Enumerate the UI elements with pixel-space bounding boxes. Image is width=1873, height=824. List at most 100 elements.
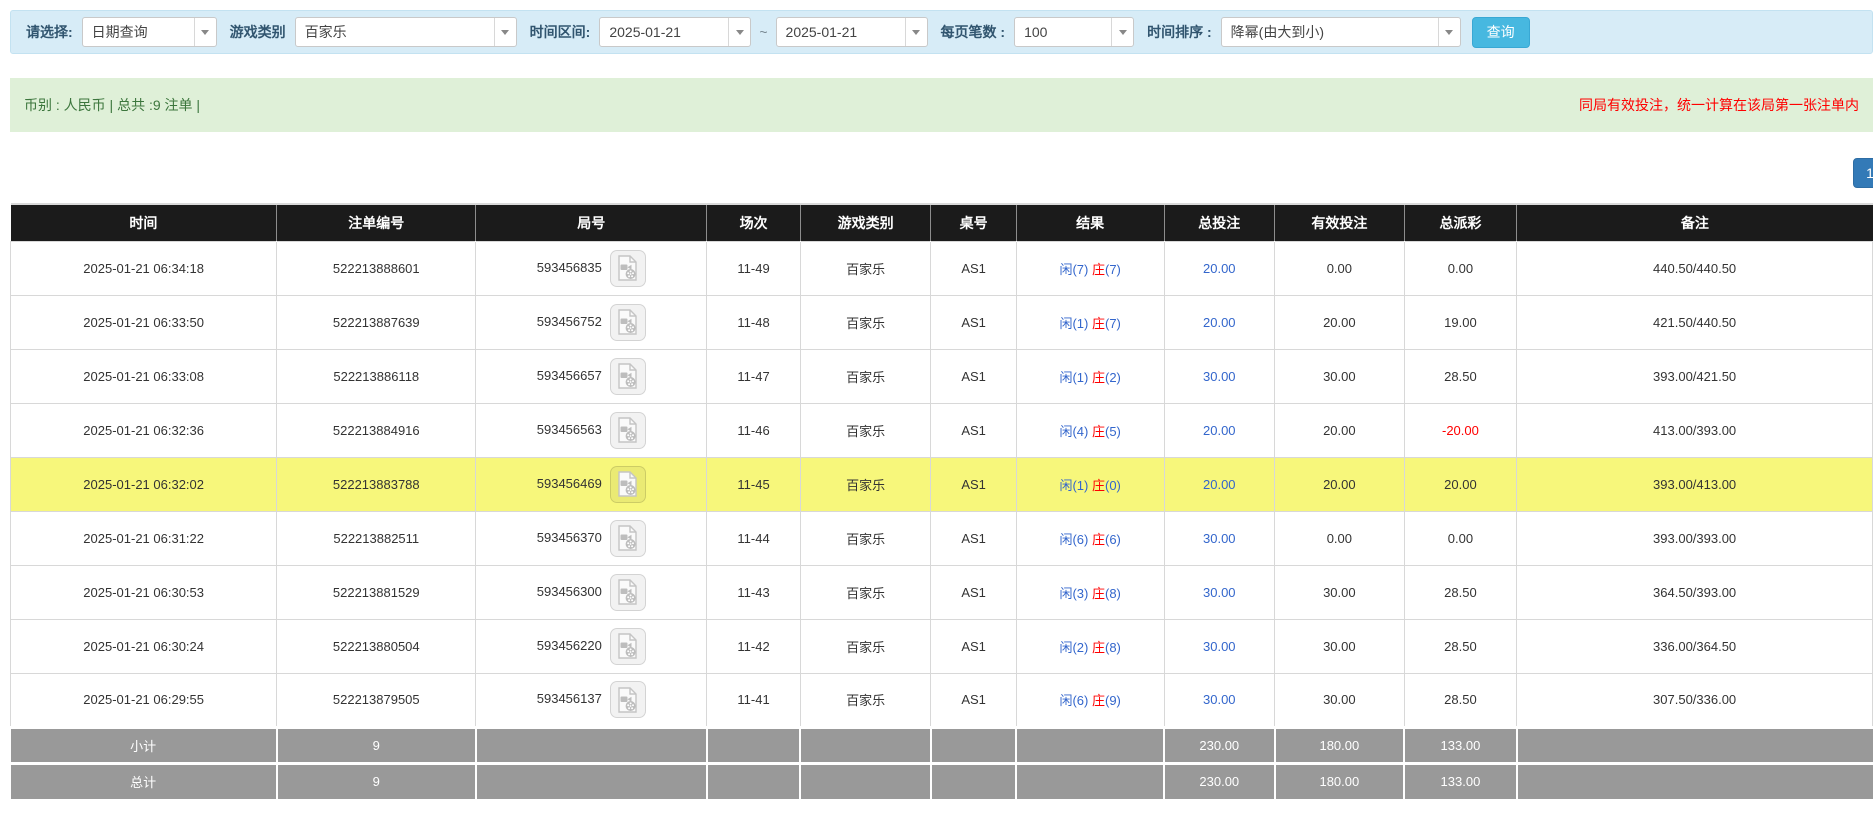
video-file-icon: [617, 687, 638, 713]
session-cell: 11-45: [707, 457, 800, 511]
header-session: 场次: [707, 204, 800, 241]
table-cell: AS1: [931, 295, 1016, 349]
video-replay-button[interactable]: [610, 250, 646, 287]
video-replay-button[interactable]: [610, 466, 646, 503]
filter-toolbar: 请选择: 日期查询 游戏类别 百家乐 时间区间: 2025-01-21 ~ 20…: [10, 10, 1873, 54]
bet-id-cell: 522213880504: [277, 619, 476, 673]
date-from-select[interactable]: 2025-01-21: [599, 17, 751, 47]
video-replay-button[interactable]: [610, 358, 646, 395]
payout-cell: 19.00: [1404, 295, 1517, 349]
table-row: 2025-01-21 06:31:22522213882511593456370…: [11, 511, 1873, 565]
header-time: 时间: [11, 204, 277, 241]
chevron-down-icon[interactable]: [494, 18, 516, 46]
table-cell: AS1: [931, 673, 1016, 727]
chevron-down-icon[interactable]: [194, 18, 216, 46]
note-cell: 364.50/393.00: [1517, 565, 1873, 619]
valid-bet-cell: 0.00: [1275, 241, 1405, 295]
total-bet-cell: 30.00: [1164, 349, 1275, 403]
total-bet-cell: 30.00: [1164, 511, 1275, 565]
table-row: 2025-01-21 06:32:02522213883788593456469…: [11, 457, 1873, 511]
chevron-down-icon[interactable]: [1111, 18, 1133, 46]
subtotal-payout: 133.00: [1404, 727, 1517, 763]
sort-order-select[interactable]: 降幂(由大到小): [1221, 17, 1461, 47]
video-file-icon: [617, 417, 638, 443]
video-replay-button[interactable]: [610, 574, 646, 611]
header-round-id: 局号: [476, 204, 707, 241]
date-to-select[interactable]: 2025-01-21: [776, 17, 928, 47]
total-bet-cell: 30.00: [1164, 619, 1275, 673]
player-result: 闲(7): [1059, 262, 1088, 277]
chevron-down-icon[interactable]: [905, 18, 927, 46]
total-bet-cell: 30.00: [1164, 673, 1275, 727]
total-bet-cell: 30.00: [1164, 565, 1275, 619]
valid-bet-cell: 20.00: [1275, 457, 1405, 511]
table-row: 2025-01-21 06:32:36522213884916593456563…: [11, 403, 1873, 457]
round-id-value: 593456370: [537, 529, 602, 544]
game-type-cell: 百家乐: [800, 565, 931, 619]
bet-id-cell: 522213882511: [277, 511, 476, 565]
subtotal-total-bet: 230.00: [1164, 727, 1275, 763]
player-result: 闲(1): [1059, 478, 1088, 493]
subtotal-row: 小计 9 230.00 180.00 133.00: [11, 727, 1873, 763]
note-cell: 393.00/393.00: [1517, 511, 1873, 565]
result-cell: 闲(6) 庄(6): [1016, 511, 1164, 565]
chevron-down-icon[interactable]: [728, 18, 750, 46]
game-type-cell: 百家乐: [800, 511, 931, 565]
table-cell: AS1: [931, 403, 1016, 457]
game-type-select[interactable]: 百家乐: [295, 17, 517, 47]
video-replay-button[interactable]: [610, 681, 646, 718]
date-range-label: 时间区间:: [530, 22, 591, 42]
video-replay-button[interactable]: [610, 412, 646, 449]
note-cell: 413.00/393.00: [1517, 403, 1873, 457]
player-result: 闲(3): [1059, 586, 1088, 601]
banker-result: 庄: [1092, 370, 1105, 385]
session-cell: 11-41: [707, 673, 800, 727]
payout-cell: 28.50: [1404, 349, 1517, 403]
search-button[interactable]: 查询: [1472, 17, 1530, 48]
betting-records-page: 请选择: 日期查询 游戏类别 百家乐 时间区间: 2025-01-21 ~ 20…: [0, 10, 1873, 799]
time-cell: 2025-01-21 06:30:53: [11, 565, 277, 619]
valid-bet-notice: 同局有效投注，统一计算在该局第一张注单内: [1579, 95, 1859, 115]
session-cell: 11-46: [707, 403, 800, 457]
video-replay-button[interactable]: [610, 520, 646, 557]
note-cell: 307.50/336.00: [1517, 673, 1873, 727]
game-type-cell: 百家乐: [800, 295, 931, 349]
round-id-cell: 593456469: [476, 457, 707, 511]
bet-id-cell: 522213879505: [277, 673, 476, 727]
date-to-value: 2025-01-21: [777, 18, 905, 46]
time-cell: 2025-01-21 06:30:24: [11, 619, 277, 673]
chevron-down-icon[interactable]: [1438, 18, 1460, 46]
grand-total-count: 9: [277, 763, 476, 799]
session-cell: 11-49: [707, 241, 800, 295]
grand-total-row: 总计 9 230.00 180.00 133.00: [11, 763, 1873, 799]
player-result: 闲(1): [1059, 370, 1088, 385]
header-valid-bet: 有效投注: [1275, 204, 1405, 241]
table-row: 2025-01-21 06:33:08522213886118593456657…: [11, 349, 1873, 403]
video-file-icon: [617, 579, 638, 605]
payout-cell: 28.50: [1404, 619, 1517, 673]
banker-result: 庄: [1092, 640, 1105, 655]
round-id-value: 593456220: [537, 637, 602, 652]
query-type-select[interactable]: 日期查询: [82, 17, 217, 47]
round-id-cell: 593456300: [476, 565, 707, 619]
video-replay-button[interactable]: [610, 304, 646, 341]
session-cell: 11-42: [707, 619, 800, 673]
round-id-cell: 593456752: [476, 295, 707, 349]
result-cell: 闲(3) 庄(8): [1016, 565, 1164, 619]
round-id-value: 593456752: [537, 313, 602, 328]
banker-result: 庄: [1092, 424, 1105, 439]
grand-total-total-bet: 230.00: [1164, 763, 1275, 799]
header-game-type: 游戏类别: [800, 204, 931, 241]
result-cell: 闲(1) 庄(2): [1016, 349, 1164, 403]
video-replay-button[interactable]: [610, 628, 646, 665]
page-size-select[interactable]: 100: [1014, 17, 1134, 47]
total-bet-cell: 20.00: [1164, 403, 1275, 457]
game-type-cell: 百家乐: [800, 403, 931, 457]
session-cell: 11-48: [707, 295, 800, 349]
round-id-value: 593456137: [537, 691, 602, 706]
grand-total-payout: 133.00: [1404, 763, 1517, 799]
result-cell: 闲(1) 庄(7): [1016, 295, 1164, 349]
page-1-button[interactable]: 1: [1853, 158, 1873, 188]
game-type-cell: 百家乐: [800, 457, 931, 511]
result-cell: 闲(6) 庄(9): [1016, 673, 1164, 727]
